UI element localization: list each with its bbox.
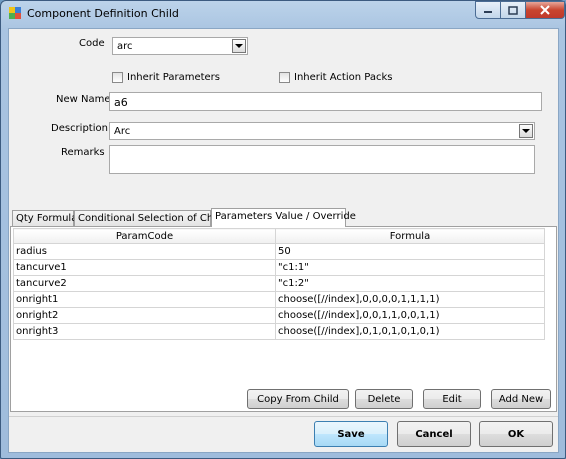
table-row[interactable]: onright3 choose([//index],0,1,0,1,0,1,0,… (13, 323, 545, 340)
copy-from-child-button[interactable]: Copy From Child (247, 389, 349, 409)
window-title: Component Definition Child (27, 7, 179, 20)
maximize-button[interactable] (500, 1, 526, 19)
chevron-down-icon[interactable] (519, 124, 533, 138)
formula-cell[interactable]: 50 (275, 243, 545, 260)
code-value: arc (117, 41, 133, 52)
dialog-window: Component Definition Child Code arc Inhe… (0, 0, 566, 459)
tab-label: Qty Formula (16, 213, 78, 224)
column-header-formula[interactable]: Formula (275, 228, 545, 244)
code-label: Code (79, 38, 105, 49)
table-row[interactable]: onright1 choose([//index],0,0,0,0,1,1,1,… (13, 291, 545, 308)
formula-cell[interactable]: choose([//index],0,1,0,1,0,1,0,1) (275, 323, 545, 340)
save-label: Save (337, 428, 365, 440)
checkbox-box[interactable] (279, 72, 290, 83)
maximize-icon (508, 5, 518, 15)
new-name-field[interactable]: a6 (109, 92, 542, 111)
inherit-action-packs-checkbox[interactable]: Inherit Action Packs (279, 72, 392, 83)
paramcode-cell[interactable]: tancurve1 (13, 259, 276, 276)
close-button[interactable] (525, 1, 565, 19)
app-icon (9, 7, 21, 19)
cancel-button[interactable]: Cancel (397, 421, 471, 447)
new-name-label: New Name (56, 94, 111, 105)
tab-conditional-selection[interactable]: Conditional Selection of Child (74, 210, 225, 227)
delete-button[interactable]: Delete (355, 389, 413, 409)
remarks-label: Remarks (61, 147, 105, 158)
edit-button[interactable]: Edit (423, 389, 481, 409)
table-row[interactable]: tancurve2 "c1:2" (13, 275, 545, 292)
cancel-label: Cancel (415, 428, 453, 440)
code-combobox[interactable]: arc (112, 37, 248, 55)
paramcode-cell[interactable]: onright2 (13, 307, 276, 324)
tab-qty-formula[interactable]: Qty Formula (12, 210, 78, 227)
dialog-body: Code arc Inherit Parameters Inherit Acti… (8, 28, 559, 453)
save-button[interactable]: Save (314, 421, 388, 447)
chevron-down-icon[interactable] (232, 39, 246, 53)
ok-button[interactable]: OK (479, 421, 553, 447)
table-row[interactable]: radius 50 (13, 243, 545, 260)
formula-cell[interactable]: choose([//index],0,0,1,1,0,0,1,1) (275, 307, 545, 324)
description-value: Arc (114, 126, 131, 137)
copy-from-child-label: Copy From Child (257, 393, 339, 405)
paramcode-cell[interactable]: onright1 (13, 291, 276, 308)
tab-label: Conditional Selection of Child (78, 213, 226, 224)
close-icon (540, 5, 550, 15)
add-new-label: Add New (498, 393, 544, 405)
add-new-button[interactable]: Add New (491, 389, 551, 409)
table-row[interactable]: onright2 choose([//index],0,0,1,1,0,0,1,… (13, 307, 545, 324)
column-header-paramcode[interactable]: ParamCode (13, 228, 276, 244)
inherit-parameters-label: Inherit Parameters (127, 72, 221, 83)
paramcode-cell[interactable]: onright3 (13, 323, 276, 340)
minimize-icon (484, 11, 492, 13)
paramcode-cell[interactable]: tancurve2 (13, 275, 276, 292)
tab-label: Parameters Value / Override (215, 211, 356, 222)
formula-cell[interactable]: "c1:1" (275, 259, 545, 276)
new-name-value: a6 (114, 96, 128, 109)
title-bar[interactable]: Component Definition Child (1, 1, 565, 27)
parameters-tab-panel: ParamCode Formula radius 50 tancurve1 "c… (10, 226, 557, 412)
formula-cell[interactable]: choose([//index],0,0,0,0,1,1,1,1) (275, 291, 545, 308)
table-row[interactable]: tancurve1 "c1:1" (13, 259, 545, 276)
minimize-button[interactable] (475, 1, 501, 19)
inherit-action-packs-label: Inherit Action Packs (294, 72, 393, 83)
delete-label: Delete (367, 393, 401, 405)
inherit-parameters-checkbox[interactable]: Inherit Parameters (112, 72, 220, 83)
formula-cell[interactable]: "c1:2" (275, 275, 545, 292)
remarks-field[interactable] (109, 145, 535, 174)
ok-label: OK (507, 428, 525, 440)
checkbox-box[interactable] (112, 72, 123, 83)
description-combobox[interactable]: Arc (109, 122, 535, 140)
description-label: Description (51, 123, 108, 134)
parameters-grid[interactable]: ParamCode Formula radius 50 tancurve1 "c… (13, 228, 545, 340)
divider (9, 416, 558, 417)
edit-label: Edit (442, 393, 462, 405)
tab-parameters-value-override[interactable]: Parameters Value / Override (211, 208, 356, 227)
paramcode-cell[interactable]: radius (13, 243, 276, 260)
